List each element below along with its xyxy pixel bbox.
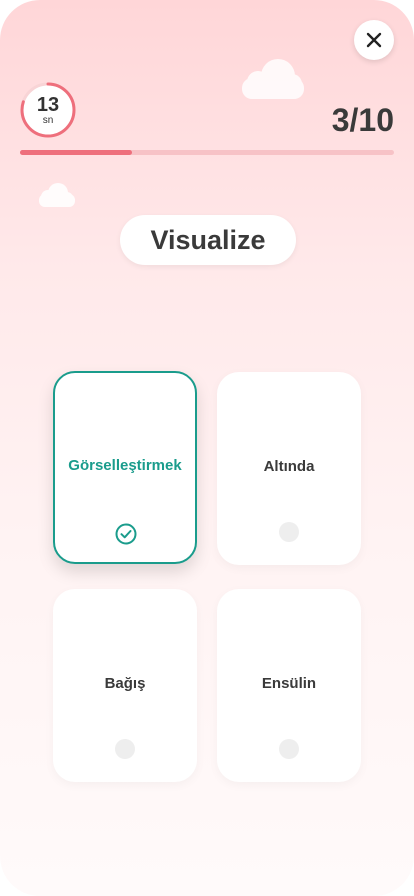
progress-bar-fill <box>20 150 133 155</box>
timer-unit: sn <box>42 114 54 126</box>
option-label: Bağış <box>104 675 146 692</box>
option-label: Ensülin <box>261 675 317 692</box>
option-card[interactable]: Altında <box>217 372 361 565</box>
progress-bar <box>20 150 394 155</box>
check-circle-icon <box>115 523 137 545</box>
option-label: Altında <box>263 458 315 475</box>
cloud-icon <box>242 59 304 99</box>
radio-indicator <box>279 522 299 542</box>
option-card[interactable]: Ensülin <box>217 589 361 782</box>
radio-indicator <box>115 739 135 759</box>
question-counter: 3/10 <box>331 102 394 138</box>
timer-value: 13 <box>36 93 60 116</box>
countdown-timer: 13 sn <box>20 82 76 138</box>
radio-indicator <box>279 739 299 759</box>
close-button[interactable] <box>354 20 394 60</box>
cloud-icon <box>39 183 75 207</box>
option-card[interactable]: Görselleştirmek <box>53 371 197 564</box>
close-icon <box>366 32 382 48</box>
quiz-screen: 13 sn 3/10 Visualize Görselleştirmek Alt… <box>0 0 414 896</box>
option-card[interactable]: Bağış <box>53 589 197 782</box>
question-word: Visualize <box>120 215 296 265</box>
option-label: Görselleştirmek <box>68 457 182 474</box>
